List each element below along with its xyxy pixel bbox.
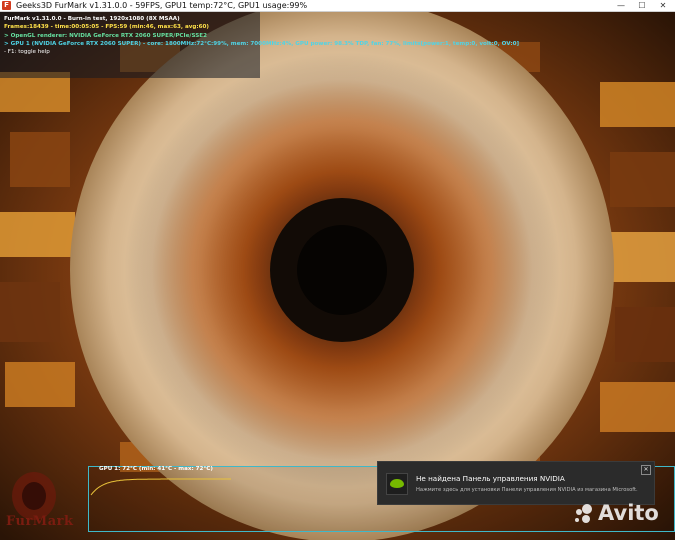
minimize-button[interactable]: — <box>611 0 631 11</box>
furmark-icon: F <box>2 1 11 10</box>
nvidia-notification[interactable]: Не найдена Панель управления NVIDIA Нажм… <box>377 461 655 505</box>
osd-line-gpu: > GPU 1 (NVIDIA GeForce RTX 2060 SUPER) … <box>4 40 520 47</box>
notification-title: Не найдена Панель управления NVIDIA <box>416 474 565 483</box>
osd-line-frames: Frames:18439 - time:00:05:05 - FPS:59 (m… <box>4 24 209 31</box>
nvidia-icon <box>386 473 408 495</box>
maximize-button[interactable]: ☐ <box>632 0 652 11</box>
notification-close-button[interactable]: ✕ <box>641 465 651 475</box>
close-button[interactable]: ✕ <box>653 0 673 11</box>
avito-wordmark: Avito <box>598 501 659 525</box>
gpu-temp-series <box>90 478 231 496</box>
window-title: Geeks3D FurMark v1.31.0.0 - 59FPS, GPU1 … <box>16 1 308 10</box>
furmark-logo-text: FurMark <box>6 514 74 529</box>
osd-line-title: FurMark v1.31.0.0 - Burn-in test, 1920x1… <box>4 16 180 22</box>
osd-text: FurMark v1.31.0.0 - Burn-in test, 1920x1… <box>4 15 519 56</box>
osd-line-help: - F1: toggle help <box>4 49 50 56</box>
window-titlebar: F Geeks3D FurMark v1.31.0.0 - 59FPS, GPU… <box>0 0 675 12</box>
osd-line-renderer: > OpenGL renderer: NVIDIA GeForce RTX 20… <box>4 32 207 39</box>
avito-logo-icon <box>575 504 592 523</box>
notification-body: Нажмите здесь для установки Панели управ… <box>416 487 638 493</box>
